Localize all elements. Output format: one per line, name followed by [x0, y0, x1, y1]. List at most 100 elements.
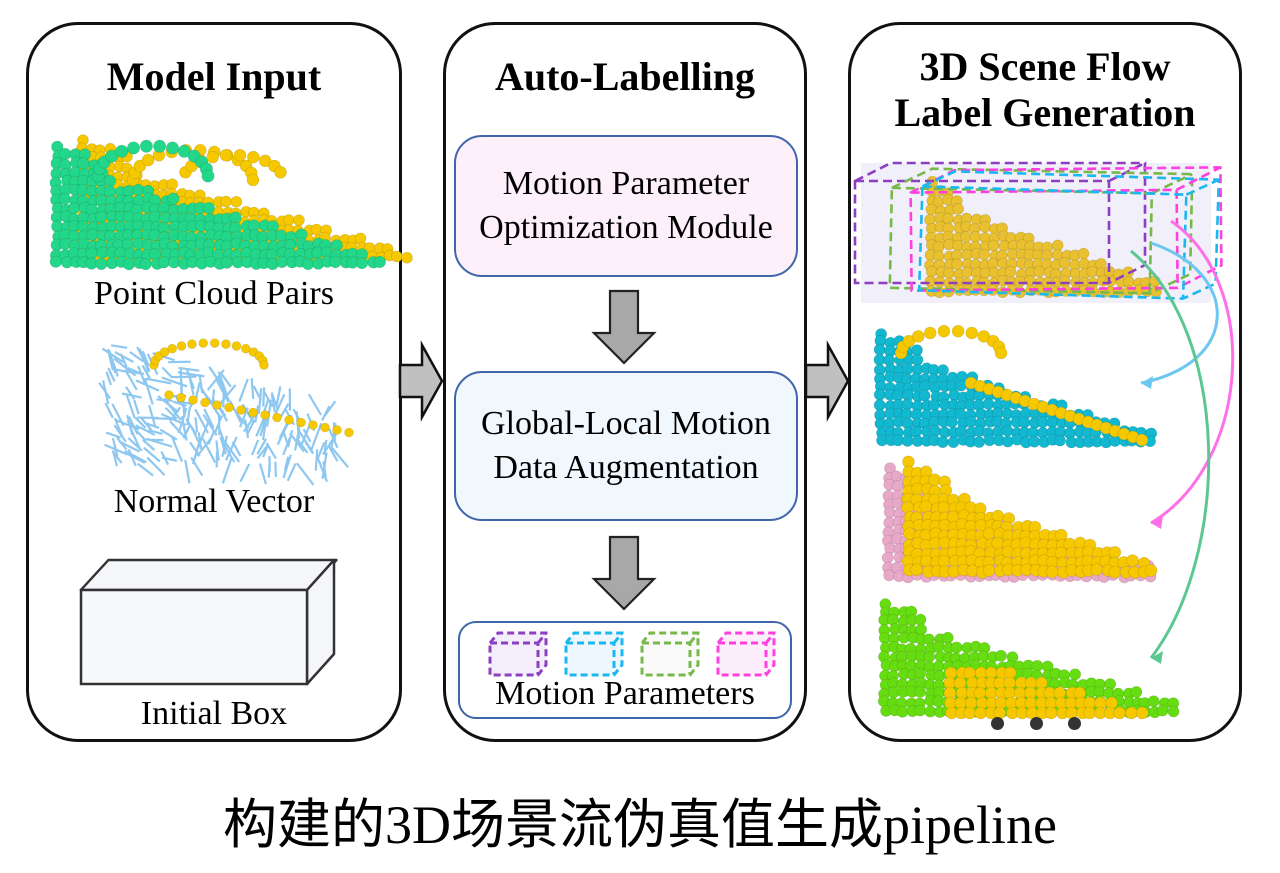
- normal-arrow: [143, 378, 154, 405]
- normal-arrow: [202, 414, 218, 436]
- normal-arrow: [238, 378, 249, 402]
- point: [187, 339, 197, 349]
- point: [49, 255, 62, 268]
- normal-arrow: [161, 366, 173, 379]
- point: [59, 147, 72, 161]
- point: [951, 324, 965, 338]
- point: [275, 255, 289, 269]
- point: [901, 363, 914, 375]
- point: [914, 686, 926, 698]
- point: [941, 631, 954, 644]
- down-arrow-icon: [591, 535, 657, 611]
- point: [947, 436, 960, 449]
- point-cloud-pairs-label: Point Cloud Pairs: [94, 275, 334, 312]
- point: [901, 435, 914, 447]
- point: [1018, 416, 1031, 429]
- arrow-head: [1141, 376, 1153, 389]
- normal-arrow: [314, 449, 319, 471]
- model-input-title: Model Input: [106, 54, 322, 99]
- motion-parameters-box: Motion Parameters: [458, 621, 792, 719]
- point: [978, 248, 990, 261]
- point: [982, 397, 995, 410]
- point: [873, 388, 886, 401]
- point: [943, 267, 955, 279]
- point: [937, 501, 951, 514]
- point: [231, 341, 242, 351]
- point: [1125, 706, 1138, 720]
- point: [401, 251, 413, 264]
- motion-parameter-box-icon: [640, 631, 700, 677]
- flow-result-2-source: [901, 455, 1158, 579]
- normal-arrow: [102, 380, 110, 404]
- point: [77, 157, 90, 170]
- point: [923, 651, 936, 663]
- normal-arrow: [208, 366, 221, 383]
- arrow-head: [1151, 651, 1163, 664]
- point: [994, 346, 1008, 360]
- point: [229, 211, 242, 224]
- point: [282, 214, 295, 226]
- point: [329, 255, 342, 269]
- point: [932, 640, 945, 653]
- normal-arrow: [316, 441, 326, 460]
- point: [206, 150, 219, 164]
- normal-arrow: [257, 388, 263, 414]
- normal-arrow: [207, 430, 216, 445]
- point: [979, 221, 991, 233]
- normal-arrow: [124, 449, 147, 464]
- point: [166, 141, 180, 155]
- ellipsis-dot: [1068, 717, 1081, 730]
- point: [1108, 565, 1122, 579]
- point-cloud-pairs-image: [49, 134, 413, 271]
- point: [188, 395, 198, 405]
- point: [122, 258, 136, 271]
- point: [1090, 563, 1104, 576]
- point: [1058, 257, 1071, 269]
- point: [1045, 565, 1059, 579]
- point: [1135, 433, 1149, 447]
- more-ellipsis: [991, 717, 1081, 730]
- normal-arrow: [184, 459, 191, 484]
- point: [141, 153, 155, 167]
- point: [1156, 704, 1169, 717]
- motion-parameter-boxes: [488, 631, 776, 677]
- point: [936, 436, 949, 449]
- point: [951, 258, 963, 270]
- point: [1033, 265, 1045, 278]
- normal-arrow: [179, 369, 183, 395]
- ellipsis-dot: [1029, 717, 1043, 730]
- point: [1077, 247, 1090, 260]
- point: [919, 554, 933, 568]
- normal-arrow: [307, 393, 323, 416]
- point: [1031, 659, 1044, 672]
- module-1-line-1: Motion Parameter: [502, 165, 750, 202]
- point: [247, 150, 260, 164]
- point: [1014, 275, 1026, 288]
- point: [911, 330, 925, 343]
- point: [230, 195, 243, 208]
- point: [1054, 434, 1066, 447]
- point: [1130, 686, 1143, 698]
- point: [873, 399, 886, 412]
- point: [219, 148, 233, 162]
- point: [139, 139, 153, 153]
- point: [896, 705, 909, 718]
- point: [391, 250, 403, 263]
- point: [260, 410, 270, 420]
- point: [236, 405, 246, 415]
- flow-arrow-right-icon: [804, 340, 850, 422]
- point: [167, 192, 180, 205]
- point: [233, 148, 247, 162]
- point: [952, 203, 964, 215]
- label-generation-illustration: [853, 161, 1235, 720]
- flow-assignment-arrow: [1130, 249, 1211, 664]
- curve: [1130, 249, 1211, 659]
- initial-box-icon: [79, 558, 338, 686]
- point: [103, 174, 117, 188]
- flow-arrow-right-icon: [398, 340, 444, 422]
- normal-arrow: [267, 463, 271, 478]
- point: [176, 341, 187, 351]
- point: [153, 139, 167, 153]
- motion-parameter-box-icon: [564, 631, 624, 677]
- point: [964, 415, 977, 428]
